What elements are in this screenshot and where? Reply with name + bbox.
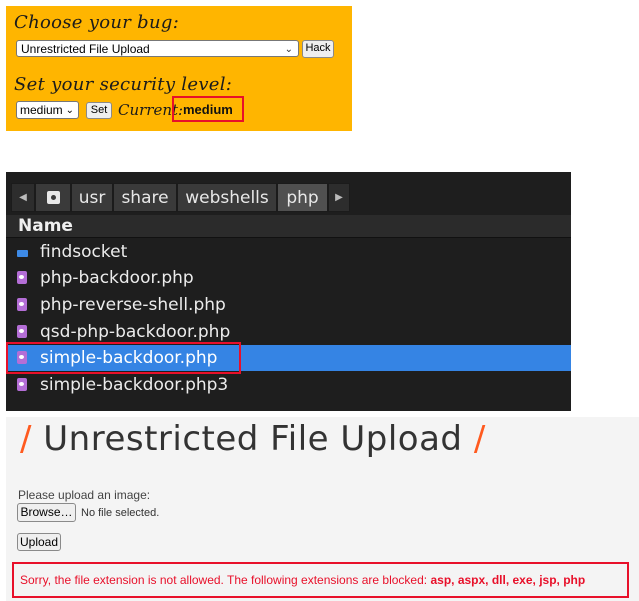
breadcrumb-php[interactable]: php bbox=[277, 183, 328, 212]
scroll-right-icon[interactable]: ▶ bbox=[328, 183, 350, 212]
scroll-left-icon[interactable]: ◀ bbox=[11, 183, 35, 212]
error-text: Sorry, the file extension is not allowed… bbox=[20, 573, 428, 587]
chevron-down-icon: ⌄ bbox=[284, 44, 293, 55]
php-file-icon bbox=[17, 325, 27, 338]
breadcrumb-webshells[interactable]: webshells bbox=[177, 183, 277, 212]
browse-button[interactable]: Browse… bbox=[17, 503, 76, 522]
file-name: simple-backdoor.php3 bbox=[40, 375, 229, 395]
list-item[interactable]: simple-backdoor.php3 bbox=[6, 372, 571, 398]
upload-button[interactable]: Upload bbox=[17, 533, 61, 551]
upload-page: / Unrestricted File Upload / Please uplo… bbox=[6, 417, 639, 601]
php-file-icon bbox=[17, 378, 27, 391]
selected-file-highlight bbox=[6, 342, 241, 374]
file-name: findsocket bbox=[40, 242, 128, 262]
upload-prompt: Please upload an image: bbox=[18, 488, 151, 502]
security-level-value: medium bbox=[20, 103, 63, 117]
title-slash-right: / bbox=[473, 419, 486, 459]
php-file-icon bbox=[17, 298, 27, 311]
current-level-value: medium bbox=[183, 102, 233, 117]
chevron-down-icon: ⌄ bbox=[65, 105, 74, 116]
bwapp-settings-panel: Choose your bug: Unrestricted File Uploa… bbox=[6, 6, 352, 131]
security-level-select[interactable]: medium ⌄ bbox=[16, 101, 79, 119]
bug-select[interactable]: Unrestricted File Upload ⌄ bbox=[16, 40, 299, 57]
file-name: php-reverse-shell.php bbox=[40, 295, 226, 315]
bug-select-value: Unrestricted File Upload bbox=[21, 42, 150, 56]
list-item[interactable]: php-backdoor.php bbox=[6, 265, 571, 291]
column-header-name[interactable]: Name bbox=[6, 215, 571, 238]
page-title-text: Unrestricted File Upload bbox=[43, 419, 463, 459]
folder-icon bbox=[17, 250, 28, 257]
php-file-icon bbox=[17, 271, 27, 284]
no-file-label: No file selected. bbox=[81, 507, 160, 519]
file-name: php-backdoor.php bbox=[40, 268, 194, 288]
page-title: / Unrestricted File Upload / bbox=[20, 419, 486, 459]
list-item[interactable]: php-reverse-shell.php bbox=[6, 292, 571, 318]
drive-icon bbox=[46, 191, 60, 204]
title-slash-left: / bbox=[20, 419, 32, 459]
breadcrumb-root[interactable] bbox=[35, 183, 71, 212]
breadcrumb-usr[interactable]: usr bbox=[71, 183, 113, 212]
error-message: Sorry, the file extension is not allowed… bbox=[20, 573, 585, 587]
hack-button[interactable]: Hack bbox=[302, 40, 334, 58]
file-manager: ◀ usr share webshells php ▶ Name findsoc… bbox=[6, 172, 571, 411]
list-item[interactable]: findsocket bbox=[6, 239, 571, 265]
security-level-label: Set your security level: bbox=[14, 74, 233, 95]
choose-bug-label: Choose your bug: bbox=[14, 12, 180, 33]
breadcrumb: ◀ usr share webshells php ▶ bbox=[11, 183, 350, 212]
blocked-extensions: asp, aspx, dll, exe, jsp, php bbox=[430, 573, 586, 587]
breadcrumb-share[interactable]: share bbox=[113, 183, 177, 212]
set-button[interactable]: Set bbox=[86, 102, 112, 119]
